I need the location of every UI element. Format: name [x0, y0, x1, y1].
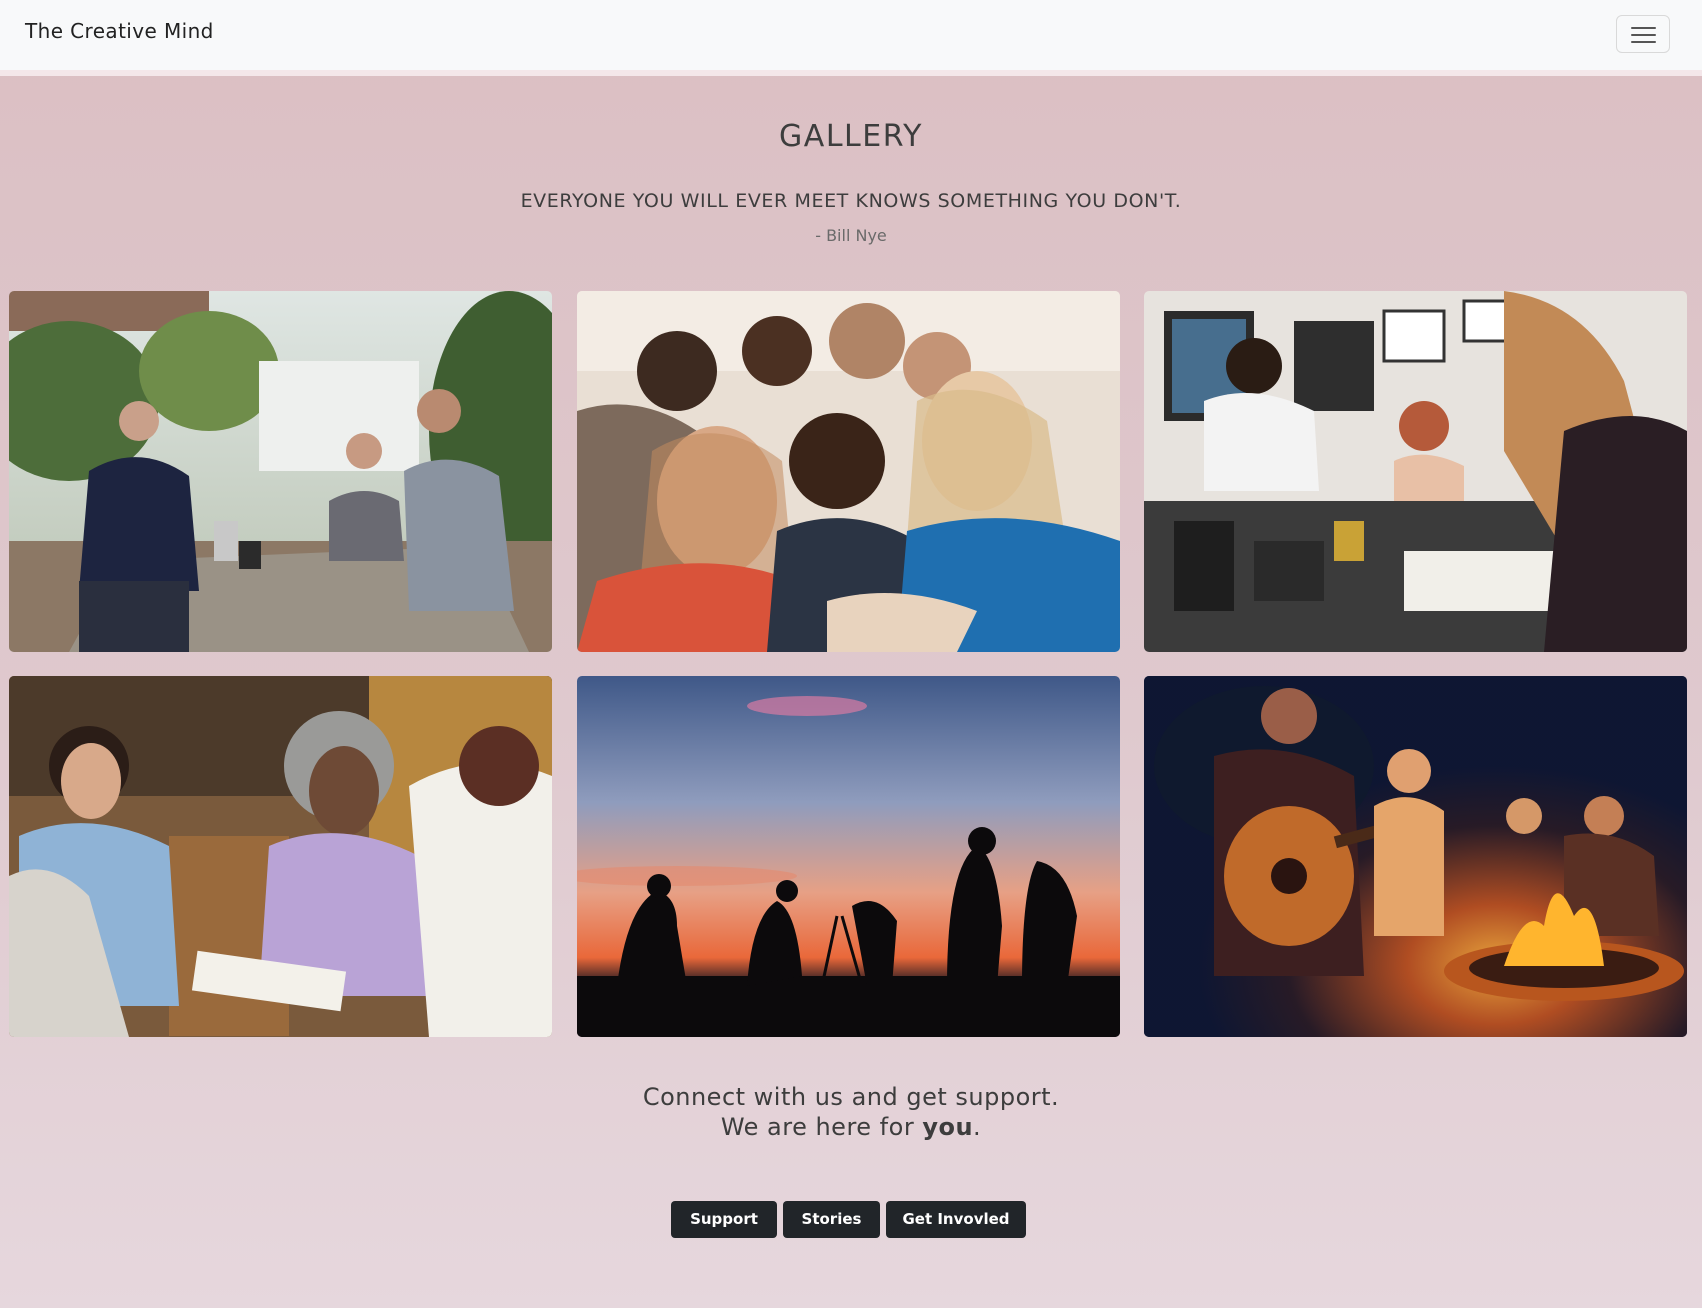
sunset-photographers-silhouette-photo[interactable]: [577, 676, 1120, 1037]
brand-logo-text[interactable]: The Creative Mind: [25, 19, 214, 43]
connect-line-2-prefix: We are here for: [720, 1113, 923, 1141]
connect-emphasis: you: [922, 1113, 974, 1141]
get-involved-button[interactable]: Get Invovled: [886, 1201, 1026, 1238]
art-studio-painting-photo[interactable]: [1144, 291, 1687, 652]
support-group-discussion-photo[interactable]: [9, 676, 552, 1037]
navbar: The Creative Mind: [0, 0, 1702, 76]
connect-line-2-suffix: .: [973, 1113, 982, 1141]
gallery-quote: EVERYONE YOU WILL EVER MEET KNOWS SOMETH…: [520, 190, 1182, 212]
gallery-title: GALLERY: [779, 119, 923, 154]
stories-button[interactable]: Stories: [783, 1201, 880, 1238]
connect-line-2: We are here for you.: [0, 1112, 1702, 1142]
connect-message: Connect with us and get support. We are …: [0, 1082, 1702, 1142]
support-button[interactable]: Support: [671, 1201, 777, 1238]
navbar-toggle-button[interactable]: [1616, 15, 1670, 53]
quote-author: - Bill Nye: [815, 226, 887, 245]
campfire-guitar-photo[interactable]: [1144, 676, 1687, 1037]
hamburger-menu-icon: [1631, 27, 1656, 43]
outdoor-table-meeting-photo[interactable]: [9, 291, 552, 652]
group-selfie-photo[interactable]: [577, 291, 1120, 652]
connect-line-1: Connect with us and get support.: [642, 1083, 1060, 1111]
